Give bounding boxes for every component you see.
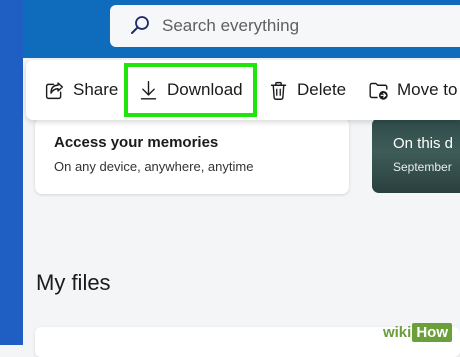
search-icon — [131, 16, 149, 34]
memories-card-subtitle: On any device, anywhere, anytime — [54, 159, 254, 174]
watermark-part1: wiki — [382, 324, 412, 341]
on-this-day-date: September — [393, 160, 452, 174]
search-placeholder[interactable]: Search everything — [162, 16, 299, 36]
move-to-button[interactable]: Move to — [368, 60, 457, 120]
watermark-part2: How — [412, 323, 452, 342]
trash-icon — [270, 81, 287, 100]
wikihow-watermark: wiki How — [383, 323, 452, 342]
search-box[interactable]: Search everything — [110, 5, 460, 47]
share-icon — [45, 81, 64, 99]
on-this-day-title: On this d — [393, 135, 454, 152]
left-nav-strip — [0, 0, 23, 345]
memories-card-title: Access your memories — [54, 134, 219, 151]
folder-move-icon — [369, 82, 388, 100]
move-to-label: Move to — [397, 80, 458, 99]
my-files-heading: My files — [36, 270, 111, 295]
delete-button[interactable]: Delete — [268, 60, 346, 120]
share-label: Share — [73, 80, 119, 99]
share-button[interactable]: Share — [44, 60, 118, 120]
delete-label: Delete — [297, 80, 347, 99]
download-highlight-box — [124, 63, 257, 117]
on-this-day-card[interactable]: On this d September — [372, 118, 460, 193]
memories-card[interactable]: Access your memories On any device, anyw… — [35, 118, 349, 194]
